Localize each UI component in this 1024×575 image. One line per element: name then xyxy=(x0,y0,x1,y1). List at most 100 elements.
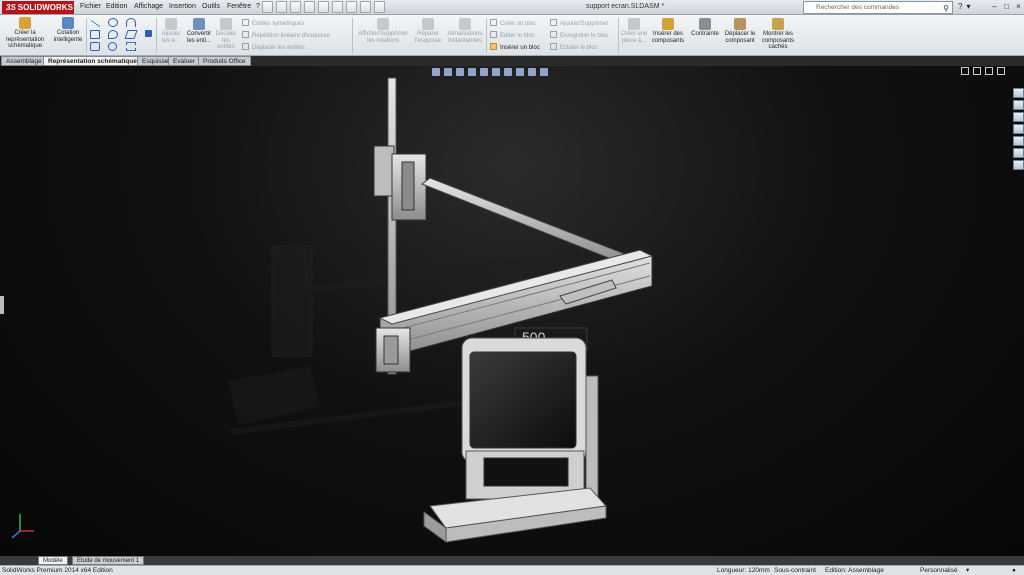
undo-icon[interactable] xyxy=(318,1,329,13)
solidworks-logo[interactable]: 3S SOLIDWORKS xyxy=(2,1,74,14)
line-tool-icon[interactable] xyxy=(90,19,101,28)
polygon-tool-icon[interactable] xyxy=(124,30,138,39)
creer-bloc-button[interactable]: Créer un bloc xyxy=(490,19,536,27)
aimantations-button[interactable]: Aimantations instantanées xyxy=(444,18,486,44)
circle-tool-icon[interactable] xyxy=(108,18,118,27)
view-settings-icon[interactable] xyxy=(540,68,548,76)
deplacer-entites-button[interactable]: Déplacer les entités xyxy=(242,43,305,51)
tab-etude-mouvement[interactable]: Etude de mouvement 1 xyxy=(72,556,145,565)
aimantations-label: Aimantations instantanées xyxy=(447,31,483,44)
view-orientation-icon[interactable] xyxy=(480,68,488,76)
repetition-lineaire-button[interactable]: Répétition linéaire d'esquisse xyxy=(242,31,330,39)
menu-fenetre[interactable]: Fenêtre xyxy=(227,3,251,10)
feature-manager-handle[interactable] xyxy=(0,296,4,314)
monitor[interactable] xyxy=(461,337,587,463)
tab-assemblage[interactable]: Assemblage xyxy=(1,56,47,66)
eclater-bloc-button[interactable]: Eclater le bloc xyxy=(550,43,598,51)
help-icon[interactable]: ? xyxy=(958,2,962,11)
mirror-icon xyxy=(242,19,249,26)
print-icon[interactable] xyxy=(304,1,315,13)
ajouter-supprimer-button[interactable]: Ajouter/Supprimer xyxy=(550,19,608,27)
entites-symetriques-button[interactable]: Entités symétriques xyxy=(242,19,304,27)
file-explorer-icon[interactable] xyxy=(1013,112,1024,122)
assembly-model[interactable]: 500 xyxy=(0,66,1024,556)
search-input[interactable]: Rechercher des commandes ⚲ xyxy=(803,1,953,14)
select-icon[interactable] xyxy=(332,1,343,13)
open-icon[interactable] xyxy=(276,1,287,13)
add-remove-icon xyxy=(550,19,557,26)
resources-icon[interactable] xyxy=(1013,88,1024,98)
units-dropdown-icon[interactable]: ▾ xyxy=(966,566,969,575)
close-icon[interactable]: × xyxy=(1013,1,1024,13)
decaler-button[interactable]: Décaler les entités xyxy=(214,18,238,51)
reparer-esquisse-button[interactable]: Réparer l'esquisse xyxy=(412,18,444,44)
montrer-caches-button[interactable]: Montrer les composants cachés xyxy=(758,18,798,51)
zoom-to-fit-icon[interactable] xyxy=(432,68,440,76)
previous-view-icon[interactable] xyxy=(456,68,464,76)
rebuild-status-icon[interactable]: ● xyxy=(1012,566,1016,575)
appearance-icon[interactable] xyxy=(516,68,524,76)
construction-tool-icon[interactable] xyxy=(126,42,136,51)
creer-piece-button[interactable]: Créer une pièce à... xyxy=(620,18,648,44)
point-tool-icon[interactable] xyxy=(108,42,117,51)
inserer-composants-button[interactable]: Insérer des composants xyxy=(648,18,688,44)
tab-modele[interactable]: Modèle xyxy=(38,556,68,565)
graphics-area[interactable]: 500 xyxy=(0,66,1024,556)
restore-icon[interactable]: □ xyxy=(1001,1,1012,13)
keyboard-tray[interactable] xyxy=(423,487,607,543)
viewport-maximize-icon[interactable] xyxy=(997,67,1005,75)
spline-tool-icon[interactable] xyxy=(126,18,136,27)
tab-produits-office[interactable]: Produits Office xyxy=(198,56,251,66)
rectangle-tool-icon[interactable] xyxy=(90,30,100,39)
zoom-area-icon[interactable] xyxy=(444,68,452,76)
scene-icon[interactable] xyxy=(528,68,536,76)
cotation-button[interactable]: Cotation intelligente xyxy=(50,17,86,43)
diagonal-strut[interactable] xyxy=(420,177,631,265)
slot-tool-icon[interactable] xyxy=(90,42,100,51)
creer-representation-button[interactable]: Créer la représentation schématique xyxy=(2,17,48,50)
file-properties-icon[interactable] xyxy=(360,1,371,13)
options-icon[interactable] xyxy=(374,1,385,13)
menu-edition[interactable]: Edition xyxy=(106,3,127,10)
viewport-tile-icon[interactable] xyxy=(961,67,969,75)
units-selector[interactable]: Personnalisé xyxy=(920,566,958,575)
view-palette-icon[interactable] xyxy=(1013,124,1024,134)
lower-clamp[interactable] xyxy=(375,327,411,373)
section-view-icon[interactable] xyxy=(468,68,476,76)
move-entities-icon xyxy=(242,43,249,50)
editer-bloc-button[interactable]: Editer le bloc xyxy=(490,31,535,39)
display-style-icon[interactable] xyxy=(492,68,500,76)
convert-entities-icon xyxy=(193,18,205,30)
minimize-icon[interactable]: – xyxy=(989,1,1000,13)
fill-tool-icon[interactable] xyxy=(145,30,152,37)
upper-clamp[interactable] xyxy=(373,145,427,221)
design-library-icon[interactable] xyxy=(1013,100,1024,110)
forum-icon[interactable] xyxy=(1013,160,1024,170)
search-icon[interactable]: ⚲ xyxy=(943,3,949,14)
afficher-relations-button[interactable]: Afficher/Supprimer les relations xyxy=(354,18,412,44)
tab-evaluer[interactable]: Evaluer xyxy=(168,56,201,66)
menu-fichier[interactable]: Fichier xyxy=(80,3,101,10)
menu-outils[interactable]: Outils xyxy=(202,3,220,10)
arc-tool-icon[interactable] xyxy=(108,30,118,39)
custom-properties-icon[interactable] xyxy=(1013,148,1024,158)
ajuster-button[interactable]: Ajuster les e... xyxy=(158,18,184,44)
convertir-button[interactable]: Convertir les enti... xyxy=(184,18,214,44)
enregistrer-bloc-button[interactable]: Enregistrer le bloc xyxy=(550,31,608,39)
help-dropdown-icon[interactable]: ▾ xyxy=(966,2,970,11)
viewport-split-icon[interactable] xyxy=(973,67,981,75)
inserer-bloc-button[interactable]: Insérer un bloc xyxy=(490,43,540,51)
hide-show-icon[interactable] xyxy=(504,68,512,76)
viewport-minimize-icon[interactable] xyxy=(985,67,993,75)
save-icon[interactable] xyxy=(290,1,301,13)
menu-insertion[interactable]: Insertion xyxy=(169,3,196,10)
ribbon-separator xyxy=(486,18,487,53)
deplacer-composant-button[interactable]: Déplacer le composant xyxy=(722,18,758,44)
tab-representation-schematique[interactable]: Représentation schématique xyxy=(43,56,142,66)
menu-affichage[interactable]: Affichage xyxy=(134,3,163,10)
new-document-icon[interactable] xyxy=(262,1,273,13)
contrainte-button[interactable]: Contrainte xyxy=(688,18,722,38)
appearances-icon[interactable] xyxy=(1013,136,1024,146)
rebuild-icon[interactable] xyxy=(346,1,357,13)
menu-help[interactable]: ? xyxy=(256,3,260,10)
